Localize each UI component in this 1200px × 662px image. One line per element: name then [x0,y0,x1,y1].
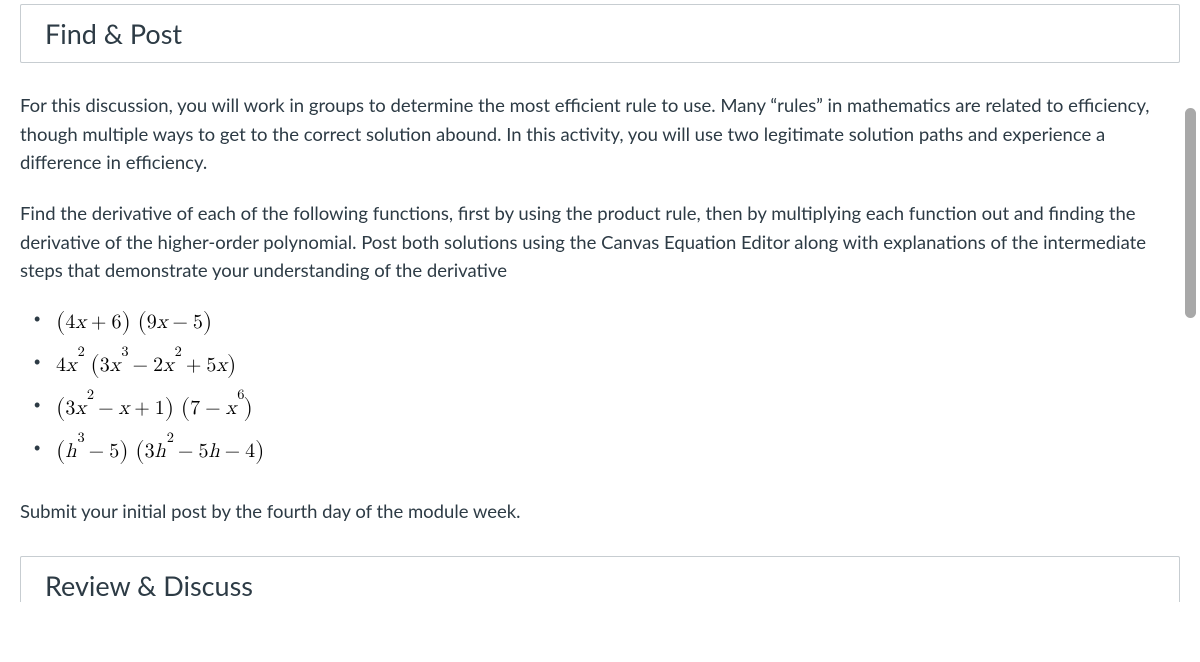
scrollbar-track[interactable] [1184,0,1198,662]
intro-paragraph-1: For this discussion, you will work in gr… [20,91,1180,177]
equation-3: (3x2−x+1) (7−x6) [56,398,253,418]
section-header-review-discuss: Review & Discuss [20,556,1180,602]
equation-1: (4x+6) (9x−5) [56,312,212,332]
equation-item-3: (3x2−x+1) (7−x6) [32,393,1180,422]
scrollbar-thumb[interactable] [1185,108,1196,318]
equation-item-1: (4x+6) (9x−5) [32,307,1180,336]
section-title-review: Review & Discuss [45,569,253,602]
equation-4: (h3−5) (3h2−5h−4) [56,441,264,461]
equation-item-2: 4x2 (3x3−2x2+5x) [32,350,1180,379]
equation-item-4: (h3−5) (3h2−5h−4) [32,436,1180,465]
deadline-text: Submit your initial post by the fourth d… [20,497,1180,526]
intro-paragraph-2: Find the derivative of each of the follo… [20,199,1180,285]
equation-list: (4x+6) (9x−5) 4x2 (3x3−2x2+5x) (3x2−x+1)… [20,307,1180,465]
equation-2: 4x2 (3x3−2x2+5x) [56,355,236,375]
discussion-content: Find & Post For this discussion, you wil… [0,0,1200,662]
section-header-find-post: Find & Post [20,4,1180,63]
section-title: Find & Post [45,17,182,50]
